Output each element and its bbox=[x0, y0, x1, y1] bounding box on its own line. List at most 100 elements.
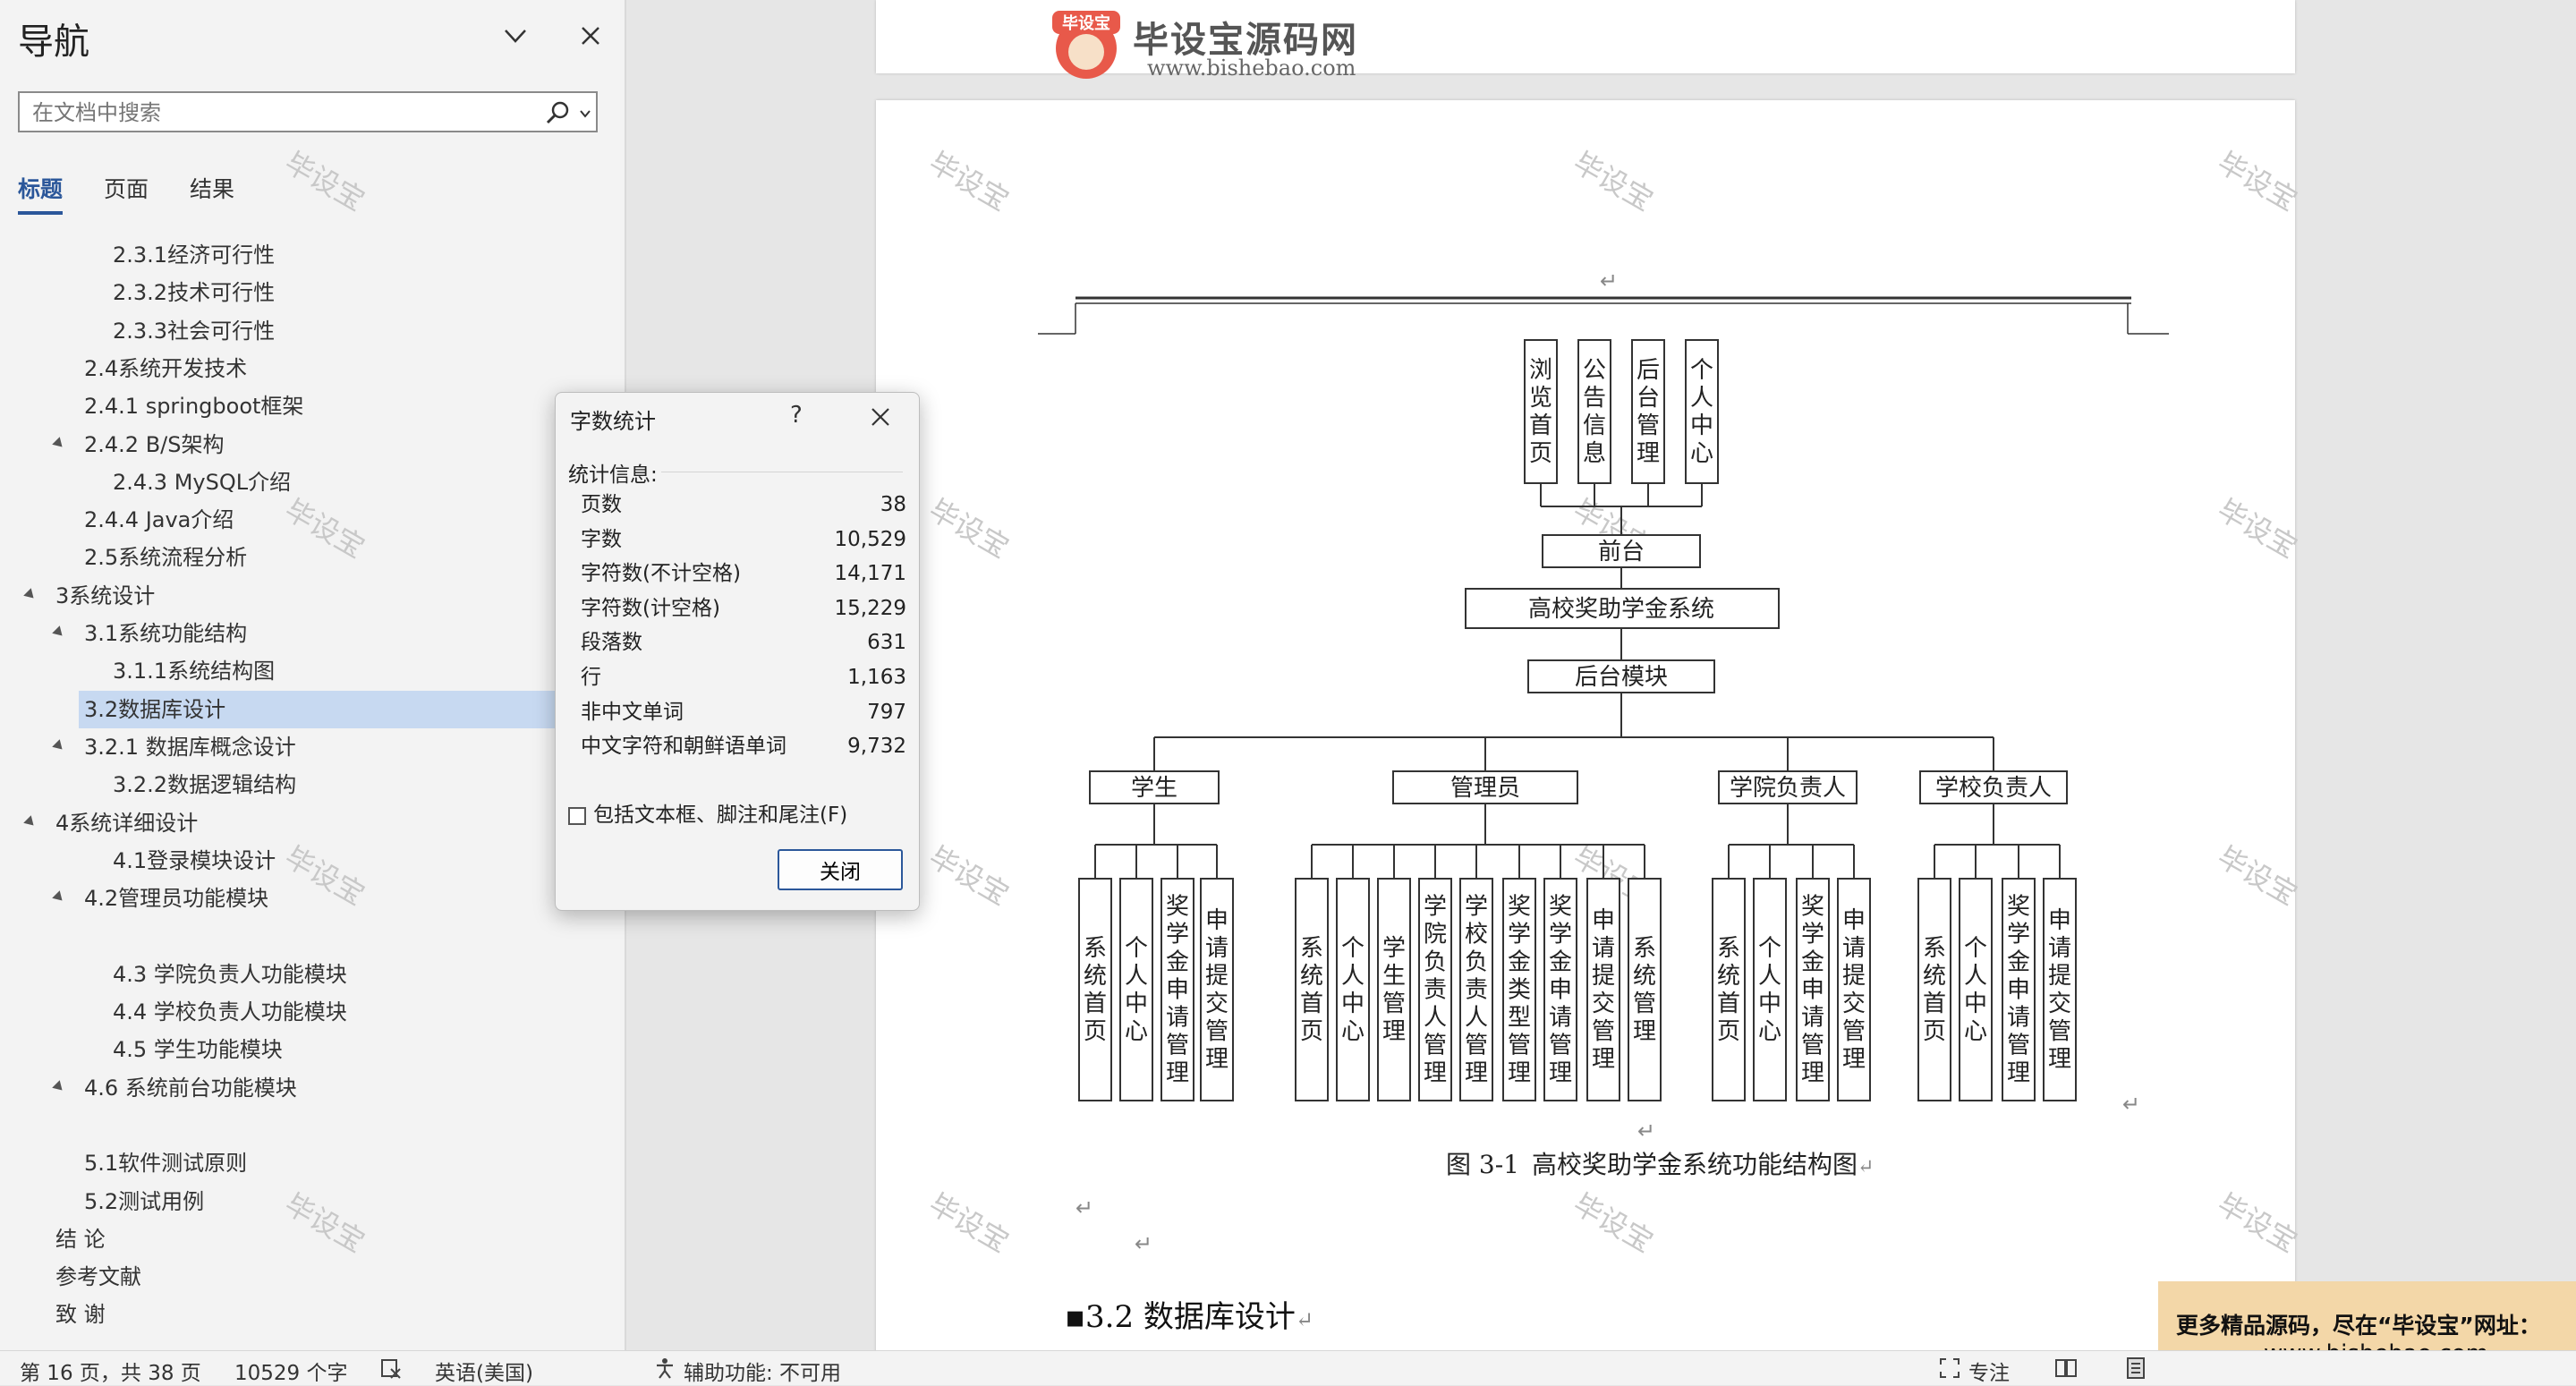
outline-item[interactable]: 4.3 学院负责人功能模块 bbox=[0, 956, 591, 993]
outline-item[interactable]: 2.5系统流程分析 bbox=[0, 539, 591, 576]
focus-icon[interactable] bbox=[1938, 1356, 1961, 1380]
outline-item[interactable]: 2.4.3 MySQL介绍 bbox=[0, 463, 591, 501]
collapse-triangle-icon[interactable] bbox=[23, 587, 38, 602]
stat-row: 字符数(计空格) 15,229 bbox=[581, 591, 906, 625]
outline-item[interactable] bbox=[0, 1107, 591, 1144]
outline-item[interactable] bbox=[0, 917, 591, 955]
outline-item[interactable]: 3系统设计 bbox=[0, 577, 591, 615]
collapse-triangle-icon[interactable] bbox=[52, 1079, 66, 1094]
tab-headings[interactable]: 标题 bbox=[18, 172, 63, 204]
close-button[interactable]: 关闭 bbox=[778, 849, 903, 890]
tab-results[interactable]: 结果 bbox=[190, 172, 234, 204]
outline-item[interactable]: 4.2管理员功能模块 bbox=[0, 880, 591, 917]
outline-item-label: 4.5 学生功能模块 bbox=[113, 1037, 283, 1063]
section-heading-text: 3.2 数据库设计 bbox=[1085, 1299, 1296, 1335]
collapse-triangle-icon[interactable] bbox=[52, 739, 66, 753]
stat-row: 页数 38 bbox=[581, 488, 906, 522]
outline-item-label: 3.2数据库设计 bbox=[84, 696, 226, 722]
outline-item[interactable]: 2.4.1 springboot框架 bbox=[0, 387, 591, 425]
outline-item[interactable]: 4.1登录模块设计 bbox=[0, 842, 591, 880]
figure-title: 高校奖助学金系统功能结构图 bbox=[1532, 1150, 1858, 1179]
outline-item-label: 4.6 系统前台功能模块 bbox=[84, 1075, 297, 1101]
stat-row: 中文字符和朝鲜语单词 9,732 bbox=[581, 729, 906, 763]
checkbox-label: 包括文本框、脚注和尾注(F) bbox=[593, 804, 848, 827]
outline-item[interactable]: 3.1系统功能结构 bbox=[0, 615, 591, 652]
statistics-heading: 统计信息: bbox=[568, 463, 658, 487]
paragraph-mark: ↵ bbox=[1135, 1231, 1153, 1256]
stat-value: 631 bbox=[867, 631, 906, 655]
outline-item-label: 3.2.1 数据库概念设计 bbox=[84, 734, 296, 760]
nav-title: 导航 bbox=[18, 21, 89, 63]
outline-item-label: 5.2测试用例 bbox=[84, 1188, 205, 1214]
section-heading[interactable]: ▪3.2 数据库设计↵ bbox=[1065, 1292, 1314, 1336]
outline-item-label: 参考文献 bbox=[55, 1264, 141, 1290]
stat-label: 字数 bbox=[581, 527, 622, 551]
close-icon[interactable] bbox=[869, 405, 892, 429]
print-layout-icon[interactable] bbox=[2124, 1356, 2147, 1380]
search-input[interactable] bbox=[30, 98, 535, 127]
outline-item-label: 3系统设计 bbox=[55, 582, 156, 608]
collapse-triangle-icon[interactable] bbox=[23, 814, 38, 829]
outline-item-label: 3.1系统功能结构 bbox=[84, 621, 248, 646]
outline-item[interactable]: 4系统详细设计 bbox=[0, 804, 591, 842]
stat-label: 行 bbox=[581, 666, 601, 689]
read-mode-icon[interactable] bbox=[2054, 1356, 2078, 1380]
word-count-dialog: 字数统计 ? 统计信息: 页数 38 字数 10,529 字符数(不计空格) 14,171… bbox=[555, 392, 920, 911]
chevron-down-icon[interactable] bbox=[499, 20, 531, 52]
language[interactable]: 英语(美国) bbox=[435, 1356, 533, 1386]
ad-text: 更多精品源码，尽在“毕设宝”网址： bbox=[2176, 1313, 2541, 1339]
outline-item-label: 5.1软件测试原则 bbox=[84, 1151, 248, 1177]
outline-item[interactable]: 3.2.2数据逻辑结构 bbox=[0, 766, 591, 804]
stat-value: 38 bbox=[880, 493, 906, 516]
outline-item-label: 2.3.1经济可行性 bbox=[113, 242, 276, 268]
proofing-icon[interactable] bbox=[379, 1356, 403, 1380]
focus-mode[interactable]: 专注 bbox=[1968, 1356, 2010, 1386]
outline-item[interactable]: 2.4.2 B/S架构 bbox=[0, 426, 591, 463]
paragraph-mark: ↵ bbox=[1075, 1195, 1094, 1220]
accessibility-icon[interactable] bbox=[653, 1356, 676, 1380]
outline-item[interactable]: 2.4系统开发技术 bbox=[0, 350, 591, 387]
paragraph-mark: ↵ bbox=[1295, 1307, 1314, 1332]
word-count[interactable]: 10529 个字 bbox=[234, 1356, 347, 1386]
collapse-triangle-icon[interactable] bbox=[52, 436, 66, 451]
help-button[interactable]: ? bbox=[790, 402, 803, 429]
outline-item[interactable]: 3.2数据库设计 bbox=[79, 690, 585, 728]
outline-item-label: 2.3.2技术可行性 bbox=[113, 280, 276, 306]
outline-item[interactable]: 参考文献 bbox=[0, 1258, 591, 1296]
paragraph-mark: ↵ bbox=[2122, 1092, 2141, 1117]
figure-number: 图 3-1 bbox=[1446, 1150, 1519, 1179]
dialog-title: 字数统计 bbox=[570, 409, 656, 434]
outline-item[interactable]: 5.2测试用例 bbox=[0, 1183, 591, 1220]
search-icon[interactable] bbox=[544, 99, 571, 126]
checkbox-icon[interactable] bbox=[568, 807, 586, 825]
outline-item[interactable]: 致 谢 bbox=[0, 1296, 591, 1333]
outline-item-label: 3.2.2数据逻辑结构 bbox=[113, 772, 297, 798]
stat-value: 14,171 bbox=[834, 562, 906, 586]
active-tab-indicator bbox=[18, 211, 63, 215]
stat-label: 页数 bbox=[581, 493, 622, 516]
outline-item[interactable]: 3.2.1 数据库概念设计 bbox=[0, 728, 591, 766]
outline-item-label: 2.4系统开发技术 bbox=[84, 355, 248, 381]
outline-item[interactable]: 2.3.1经济可行性 bbox=[0, 236, 591, 274]
outline-item[interactable]: 2.4.4 Java介绍 bbox=[0, 501, 591, 539]
outline-item[interactable]: 2.3.2技术可行性 bbox=[0, 274, 591, 311]
outline-item-label: 2.4.4 Java介绍 bbox=[84, 507, 234, 533]
tab-pages[interactable]: 页面 bbox=[104, 172, 149, 204]
close-icon[interactable] bbox=[574, 20, 607, 52]
outline-item[interactable]: 4.5 学生功能模块 bbox=[0, 1031, 591, 1068]
outline-item[interactable]: 5.1软件测试原则 bbox=[0, 1144, 591, 1182]
dropdown-arrow-icon[interactable] bbox=[580, 109, 591, 118]
include-textboxes-checkbox[interactable]: 包括文本框、脚注和尾注(F) bbox=[568, 797, 847, 828]
collapse-triangle-icon[interactable] bbox=[52, 890, 66, 905]
outline-item[interactable]: 4.6 系统前台功能模块 bbox=[0, 1069, 591, 1107]
paragraph-mark: ↵ bbox=[1600, 268, 1619, 293]
outline-item[interactable]: 结 论 bbox=[0, 1220, 591, 1258]
outline-item[interactable]: 4.4 学校负责人功能模块 bbox=[0, 993, 591, 1031]
stat-value: 797 bbox=[867, 700, 906, 724]
outline-item[interactable]: 2.3.3社会可行性 bbox=[0, 312, 591, 350]
collapse-triangle-icon[interactable] bbox=[52, 625, 66, 640]
outline-item[interactable]: 3.1.1系统结构图 bbox=[0, 652, 591, 690]
accessibility-status[interactable]: 辅助功能: 不可用 bbox=[684, 1356, 841, 1386]
navigation-pane: 导航 标题 页面 结果 2.3.1经济可行性 2.3.2技术可行性 2.3.3社会可… bbox=[0, 0, 626, 1350]
page-count[interactable]: 第 16 页，共 38 页 bbox=[20, 1356, 201, 1386]
